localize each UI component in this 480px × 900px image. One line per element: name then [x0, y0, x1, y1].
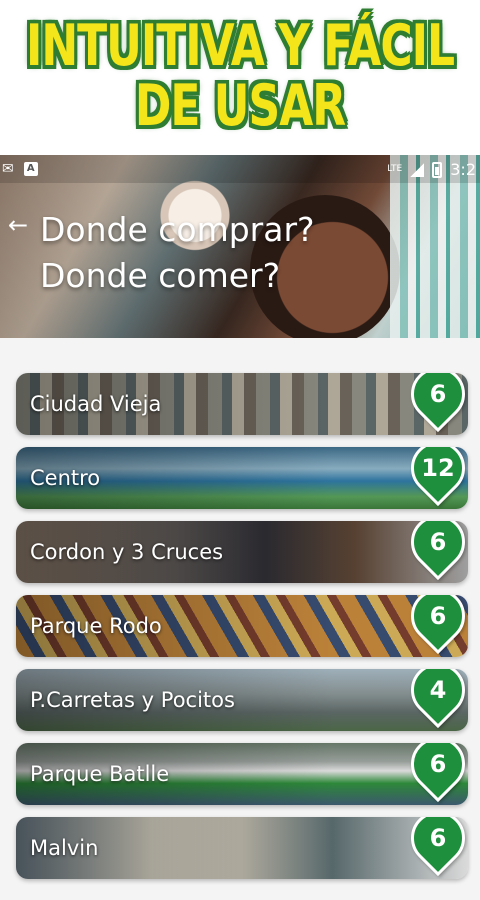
place-count: 6 — [429, 380, 447, 408]
neighborhood-name: Ciudad Vieja — [30, 392, 162, 416]
status-left-icons: ✉ A — [2, 161, 38, 177]
neighborhood-name: Parque Batlle — [30, 762, 170, 786]
neighborhood-card-malvin[interactable]: Malvin 6 — [16, 817, 468, 879]
page-title: Donde comprar? Donde comer? — [40, 207, 380, 299]
place-count: 6 — [429, 602, 447, 630]
neighborhood-card-pocitos[interactable]: P.Carretas y Pocitos 4 — [16, 669, 468, 731]
promo-banner: INTUITIVA Y FÁCIL DE USAR — [0, 0, 480, 150]
neighborhood-name: Centro — [30, 466, 101, 490]
neighborhood-card-centro[interactable]: Centro 12 — [16, 447, 468, 509]
place-count: 6 — [429, 528, 447, 556]
page-title-line2: Donde comer? — [40, 256, 281, 295]
place-count: 6 — [429, 824, 447, 852]
header-hero-image: ✉ A LTE 3:2 ← Donde comprar? Donde comer… — [0, 155, 480, 338]
neighborhood-name: P.Carretas y Pocitos — [30, 688, 235, 712]
neighborhood-card-parque-batlle[interactable]: Parque Batlle 6 — [16, 743, 468, 805]
signal-icon — [410, 162, 425, 177]
phone-screen: ✉ A LTE 3:2 ← Donde comprar? Donde comer… — [0, 155, 480, 900]
promo-headline-line2: DE USAR — [134, 73, 346, 140]
place-count: 4 — [429, 676, 447, 704]
neighborhood-card-ciudad-vieja[interactable]: Ciudad Vieja 6 — [16, 373, 468, 435]
neighborhood-card-cordon-3-cruces[interactable]: Cordon y 3 Cruces 6 — [16, 521, 468, 583]
network-type-label: LTE — [387, 164, 403, 174]
neighborhood-name: Malvin — [30, 836, 99, 860]
page-title-line1: Donde comprar? — [40, 210, 315, 249]
neighborhood-card-parque-rodo[interactable]: Parque Rodo 6 — [16, 595, 468, 657]
status-bar: ✉ A LTE 3:2 — [0, 155, 480, 183]
status-right-icons: LTE 3:2 — [387, 160, 476, 179]
battery-icon — [432, 161, 443, 178]
neighborhood-name: Cordon y 3 Cruces — [30, 540, 224, 564]
notification-icon: ✉ — [2, 161, 14, 177]
place-count: 6 — [429, 750, 447, 778]
promo-headline-line1: INTUITIVA Y FÁCIL — [25, 13, 455, 80]
back-arrow-icon[interactable]: ← — [4, 211, 32, 239]
place-count: 12 — [421, 454, 455, 482]
neighborhood-name: Parque Rodo — [30, 614, 162, 638]
app-notification-icon: A — [23, 162, 38, 176]
status-time: 3:2 — [450, 160, 476, 179]
